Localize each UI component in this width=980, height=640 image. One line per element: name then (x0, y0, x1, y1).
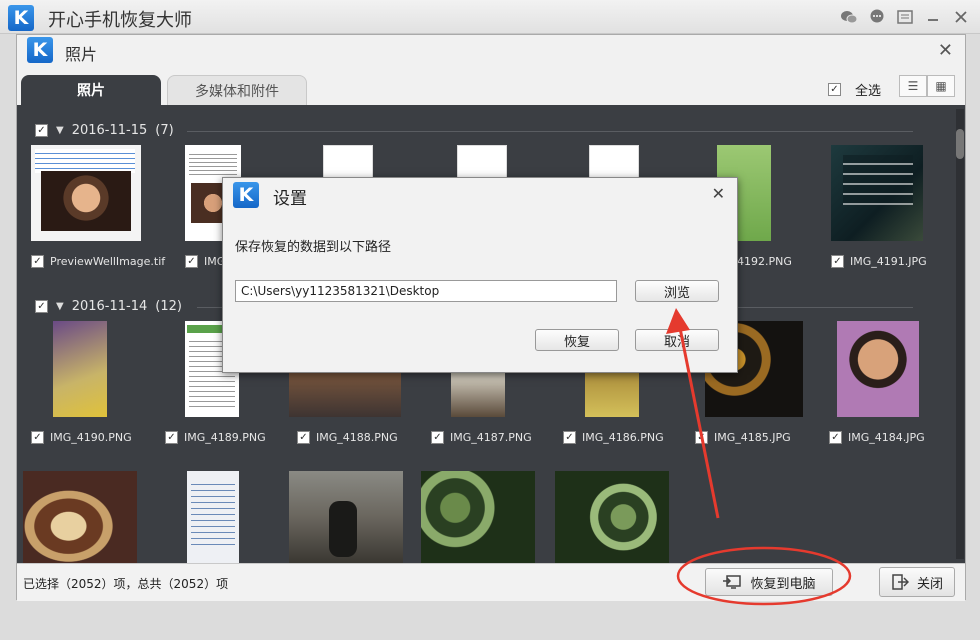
group-header[interactable]: ✓ ▼ 2016-11-15 (7) (35, 123, 174, 138)
app-titlebar: K 开心手机恢复大师 (0, 0, 980, 34)
exit-icon (892, 574, 909, 590)
feedback-icon[interactable] (894, 7, 916, 27)
group-checkbox[interactable]: ✓ (35, 300, 48, 313)
group-date: 2016-11-14 (71, 299, 148, 314)
photo-thumbnail (837, 321, 919, 417)
photo-item[interactable] (185, 471, 295, 563)
chat-icon[interactable] (866, 7, 888, 27)
photo-item[interactable] (555, 471, 669, 563)
scrollbar[interactable] (956, 109, 964, 559)
collapse-triangle-icon[interactable]: ▼ (56, 301, 64, 312)
tab-media-attachments[interactable]: 多媒体和附件 (167, 75, 307, 105)
photo-item[interactable] (289, 471, 403, 563)
wechat-icon[interactable] (838, 7, 860, 27)
photo-caption: ✓ IMG_4190.PNG (31, 431, 171, 444)
computer-export-icon (723, 575, 742, 589)
tab-strip: 照片 多媒体和附件 ✓ 全选 ☰ ▦ (17, 67, 965, 105)
photo-caption: ✓ IMG_4185.JPG (695, 431, 835, 444)
photo-thumbnail (31, 145, 141, 241)
photo-item[interactable] (23, 471, 137, 563)
app-title: 开心手机恢复大师 (48, 10, 192, 31)
close-label: 关闭 (916, 576, 943, 592)
photos-titlebar: K 照片 ✕ (17, 35, 965, 67)
list-view-icon[interactable]: ☰ (899, 75, 927, 97)
photo-item[interactable]: ✓ PreviewWellImage.tif (31, 145, 165, 268)
photo-thumbnail (187, 471, 239, 563)
recover-button[interactable]: 恢复 (535, 329, 619, 351)
photos-close-icon[interactable]: ✕ (938, 40, 953, 61)
photo-caption: ✓ IMG_4191.JPG (831, 255, 955, 268)
app-logo: K (8, 5, 34, 31)
photo-thumbnail (289, 471, 403, 563)
photo-thumbnail (53, 321, 107, 417)
photos-title: 照片 (65, 45, 98, 64)
dialog-close-icon[interactable]: ✕ (712, 184, 725, 203)
tab-photos[interactable]: 照片 (21, 75, 161, 105)
photo-item[interactable]: ✓ IMG_4191.JPG (831, 145, 941, 268)
photo-item[interactable]: ✓ IMG_4190.PNG (31, 321, 141, 444)
photo-caption: ✓ IMG_4184.JPG (829, 431, 955, 444)
photo-caption: ✓ IMG_4186.PNG (563, 431, 703, 444)
group-count: (7) (155, 123, 174, 138)
photo-caption: ✓ IMG_4189.PNG (165, 431, 305, 444)
save-path-input[interactable] (235, 280, 617, 302)
minimize-icon[interactable] (922, 7, 944, 27)
group-date: 2016-11-15 (71, 123, 148, 138)
dialog-title: 设置 (273, 189, 307, 209)
view-toggle: ☰ ▦ (899, 75, 955, 97)
photo-checkbox[interactable]: ✓ (297, 431, 310, 444)
close-button[interactable]: 关闭 (879, 567, 955, 597)
recover-to-pc-button[interactable]: 恢复到电脑 (705, 568, 833, 596)
recover-to-pc-label: 恢复到电脑 (750, 576, 816, 592)
photo-caption: ✓ IMG_4187.PNG (431, 431, 571, 444)
photos-logo: K (27, 37, 53, 63)
settings-dialog: K 设置 ✕ 保存恢复的数据到以下路径 浏览 恢复 取消 (222, 177, 738, 373)
scrollbar-thumb[interactable] (956, 129, 964, 159)
group-divider (187, 131, 913, 132)
calendar-view-icon[interactable]: ▦ (927, 75, 955, 97)
photo-checkbox[interactable]: ✓ (165, 431, 178, 444)
browse-button[interactable]: 浏览 (635, 280, 719, 302)
close-icon[interactable] (950, 7, 972, 27)
photo-caption: ✓ IMG_4188.PNG (297, 431, 437, 444)
photo-thumbnail (23, 471, 137, 563)
photo-checkbox[interactable]: ✓ (563, 431, 576, 444)
cancel-button[interactable]: 取消 (635, 329, 719, 351)
photo-checkbox[interactable]: ✓ (31, 255, 44, 268)
photo-checkbox[interactable]: ✓ (695, 431, 708, 444)
group-count: (12) (155, 299, 182, 314)
photo-caption: ✓ PreviewWellImage.tif (31, 255, 171, 268)
select-all-label: 全选 (854, 84, 881, 99)
titlebar-icons (838, 7, 972, 27)
group-header[interactable]: ✓ ▼ 2016-11-14 (12) (35, 299, 182, 314)
photo-checkbox[interactable]: ✓ (431, 431, 444, 444)
group-checkbox[interactable]: ✓ (35, 124, 48, 137)
photo-checkbox[interactable]: ✓ (831, 255, 844, 268)
photo-thumbnail (831, 145, 923, 241)
save-path-label: 保存恢复的数据到以下路径 (235, 240, 392, 255)
photo-checkbox[interactable]: ✓ (185, 255, 198, 268)
photo-item[interactable]: ✓ IMG_4184.JPG (829, 321, 939, 444)
photo-item[interactable] (421, 471, 535, 563)
photo-checkbox[interactable]: ✓ (31, 431, 44, 444)
photo-checkbox[interactable]: ✓ (829, 431, 842, 444)
photo-thumbnail (555, 471, 669, 563)
collapse-triangle-icon[interactable]: ▼ (56, 125, 64, 136)
select-all-checkbox[interactable]: ✓ (827, 83, 841, 96)
photo-thumbnail (421, 471, 535, 563)
footer-bar: 已选择（2052）项，总共（2052）项 恢复到电脑 关闭 (17, 563, 965, 601)
dialog-logo: K (233, 182, 259, 208)
select-all[interactable]: ✓ 全选 (827, 80, 881, 99)
selection-status: 已选择（2052）项，总共（2052）项 (23, 577, 229, 591)
